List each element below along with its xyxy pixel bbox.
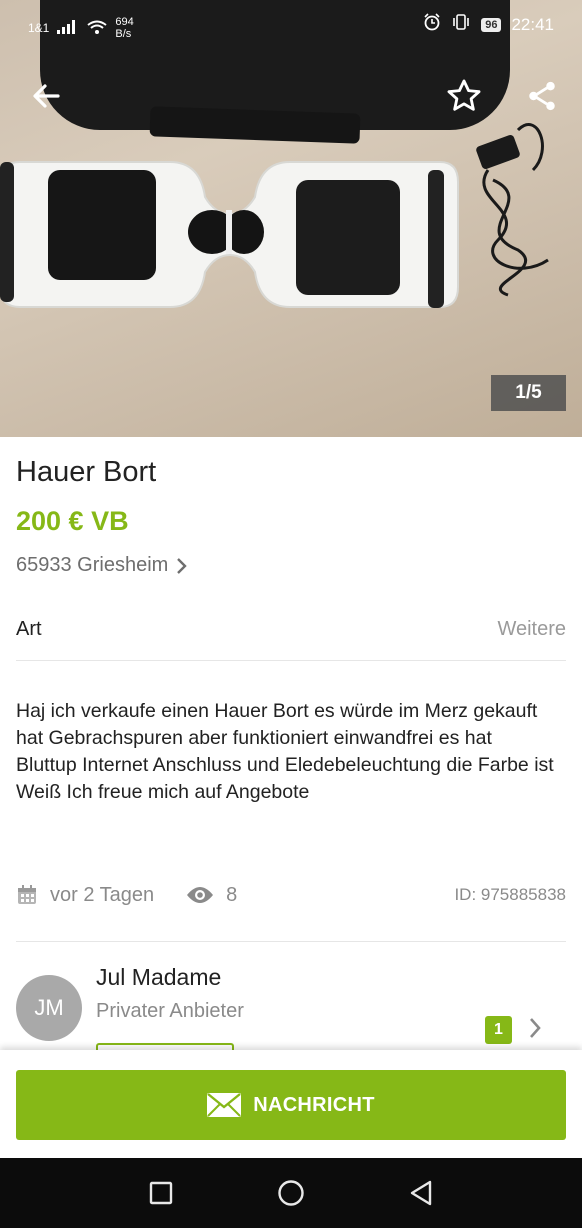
net-speed-unit: B/s — [115, 28, 132, 40]
photo-hoverboard — [0, 161, 459, 308]
seller-chevron[interactable] — [528, 1016, 542, 1045]
back-arrow-icon — [33, 84, 60, 108]
share-button[interactable] — [522, 76, 562, 116]
chevron-right-icon — [177, 557, 188, 574]
photo-strap — [149, 106, 361, 144]
listing-price: 200 € VB — [16, 506, 129, 536]
alarm-icon — [423, 13, 441, 36]
posted-date: vor 2 Tagen — [16, 884, 154, 907]
seller-badge: 1 — [485, 1016, 512, 1044]
status-right: 96 22:41 — [423, 13, 554, 36]
star-icon — [447, 79, 481, 111]
listing-id: ID: 975885838 — [454, 885, 566, 904]
favorite-button[interactable] — [444, 76, 484, 116]
seller-type: Privater Anbieter — [96, 1000, 244, 1022]
attribute-row: Art Weitere — [16, 618, 566, 641]
system-nav-bar — [0, 1158, 582, 1228]
listing-location[interactable]: 65933 Griesheim — [16, 554, 188, 577]
seller-name[interactable]: Jul Madame — [96, 964, 221, 991]
share-icon — [529, 81, 555, 111]
image-counter: 1/5 — [491, 375, 566, 411]
back-button[interactable] — [26, 76, 66, 116]
triangle-back-icon — [410, 1180, 432, 1206]
circle-icon — [278, 1180, 304, 1206]
carrier-label: 1&1 — [28, 21, 50, 35]
square-icon — [149, 1181, 173, 1205]
status-left: 1&1 694 B/s — [28, 16, 134, 40]
battery-level: 96 — [481, 17, 502, 32]
vibrate-icon — [451, 13, 471, 36]
system-back-button[interactable] — [406, 1178, 436, 1208]
view-count: 8 — [186, 884, 237, 907]
mail-icon — [207, 1093, 242, 1117]
home-button[interactable] — [276, 1178, 306, 1208]
attribute-label: Art — [16, 618, 42, 640]
posted-text: vor 2 Tagen — [50, 883, 155, 906]
chevron-right-icon — [530, 1018, 541, 1038]
location-text: 65933 Griesheim — [16, 554, 169, 576]
net-speed-value: 694 — [115, 16, 134, 28]
wifi-icon — [87, 20, 107, 37]
recents-button[interactable] — [146, 1178, 176, 1208]
clock: 22:41 — [511, 14, 554, 34]
calendar-icon — [18, 885, 36, 904]
photo-charger-cable — [476, 123, 549, 297]
message-button[interactable]: NACHRICHT — [16, 1070, 566, 1140]
listing-description: Haj ich verkaufe einen Hauer Bort es wür… — [16, 700, 554, 803]
divider — [16, 941, 566, 942]
avatar[interactable]: JM — [16, 975, 82, 1041]
view-count-text: 8 — [226, 883, 238, 906]
status-bar: 1&1 694 B/s 96 22:41 — [0, 0, 582, 48]
signal-icon — [57, 19, 79, 37]
attribute-value: Weitere — [497, 618, 566, 640]
divider — [16, 660, 566, 661]
listing-meta: vor 2 Tagen 8 ID: 975885838 — [16, 880, 566, 910]
listing-photo[interactable] — [0, 0, 582, 437]
listing-title: Hauer Bort — [16, 456, 157, 488]
eye-icon — [187, 887, 214, 903]
net-speed: 694 B/s — [115, 16, 133, 40]
message-button-label: NACHRICHT — [253, 1093, 375, 1116]
